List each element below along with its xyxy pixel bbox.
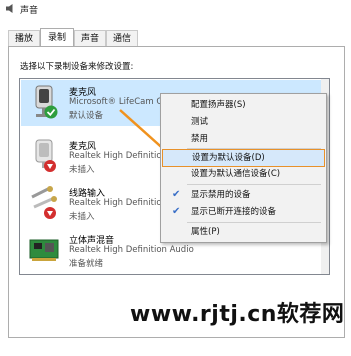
menu-separator <box>187 222 321 223</box>
menu-item-disable[interactable]: 禁用 <box>161 131 326 147</box>
menu-separator <box>187 184 321 185</box>
watermark-text: www.rjtj.cn软荐网 <box>130 302 345 327</box>
menu-item-set-default-comm-device[interactable]: 设置为默认通信设备(C) <box>161 166 326 182</box>
checkmark-icon: ✔ <box>172 189 181 200</box>
menu-item-configure-speakers[interactable]: 配置扬声器(S) <box>161 97 326 113</box>
menu-item-properties[interactable]: 属性(P) <box>161 224 326 240</box>
context-menu: 配置扬声器(S) 测试 禁用 设置为默认设备(D) 设置为默认通信设备(C) ✔… <box>160 93 327 243</box>
menu-item-show-disconnected[interactable]: ✔ 显示已断开连接的设备 <box>161 204 326 220</box>
checkmark-icon: ✔ <box>172 206 181 217</box>
tab-recording[interactable]: 录制 <box>40 28 74 46</box>
menu-item-test[interactable]: 测试 <box>161 114 326 130</box>
menu-item-set-default-device[interactable]: 设置为默认设备(D) <box>162 149 325 167</box>
menu-item-show-disabled[interactable]: ✔ 显示禁用的设备 <box>161 187 326 203</box>
